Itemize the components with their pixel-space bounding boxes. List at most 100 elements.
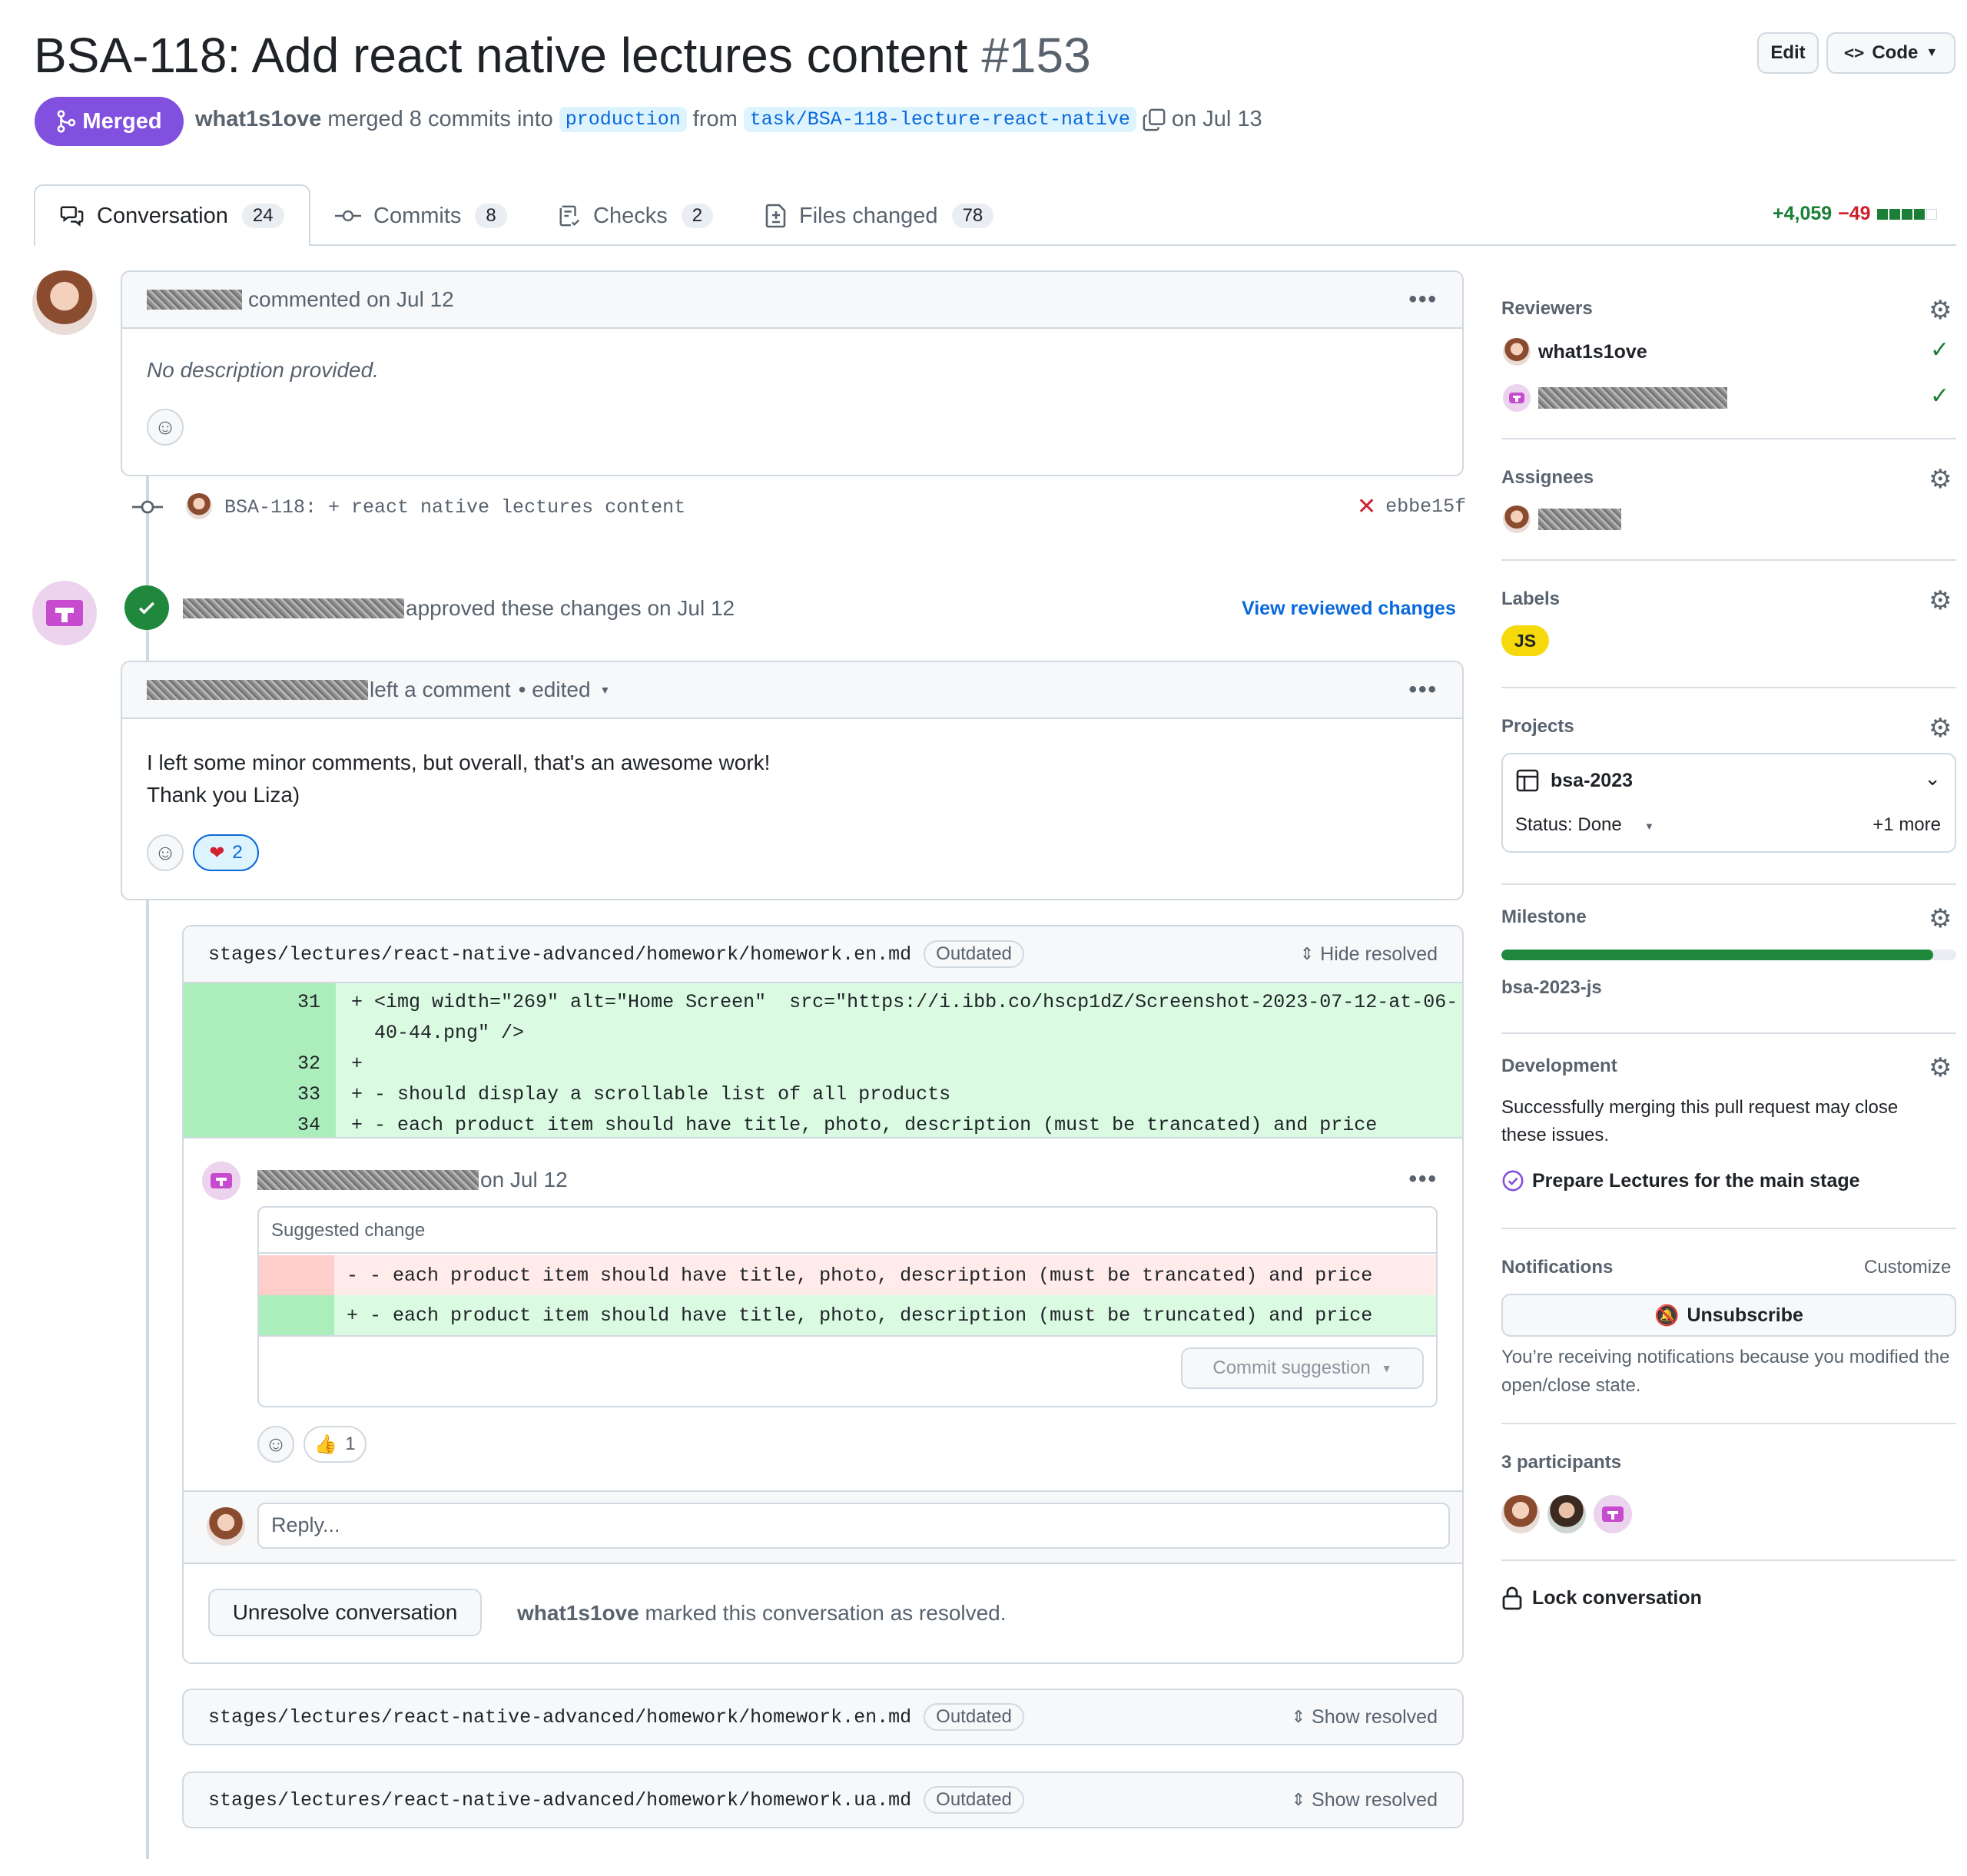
project-card[interactable]: bsa-2023 ⌄ Status: Done ▼ +1 more [1501, 753, 1956, 853]
thread-header: stages/lectures/react-native-advanced/ho… [184, 926, 1462, 983]
tab-conversation[interactable]: Conversation 24 [34, 184, 310, 246]
gear-icon[interactable]: ⚙ [1929, 295, 1952, 326]
lock-icon [1502, 1586, 1522, 1610]
add-reaction-button[interactable]: ☺ [257, 1426, 294, 1463]
table-icon [1516, 769, 1539, 792]
merged-text: merged 8 commits into [327, 107, 553, 131]
thread-comment-meta: on Jul 12 [257, 1168, 568, 1192]
merge-summary: what1s1ove merged 8 commits into product… [195, 107, 1262, 132]
thumbs-up-reaction[interactable]: 👍 1 [304, 1426, 367, 1463]
labels-heading[interactable]: Labels [1501, 588, 1560, 610]
copy-icon[interactable] [1143, 108, 1166, 131]
unsubscribe-label: Unsubscribe [1687, 1304, 1803, 1326]
comment-body: I left some minor comments, but overall,… [147, 747, 770, 811]
comment-line: Thank you Liza) [147, 783, 300, 807]
milestone-name[interactable]: bsa-2023-js [1501, 977, 1602, 999]
avatar[interactable] [202, 1162, 240, 1200]
avatar[interactable] [1501, 1495, 1540, 1533]
assignees-heading[interactable]: Assignees [1501, 467, 1594, 489]
tab-files-changed-label: Files changed [799, 203, 938, 228]
check-icon: ✓ [1930, 337, 1950, 363]
tab-checks[interactable]: Checks 2 [558, 187, 714, 244]
reply-input[interactable]: Reply... [257, 1503, 1450, 1549]
commit-icon [132, 500, 163, 514]
caret-down-icon[interactable]: ▼ [600, 684, 611, 696]
gear-icon[interactable]: ⚙ [1929, 585, 1952, 616]
hide-resolved-toggle[interactable]: ⇕ Hide resolved [1300, 943, 1438, 966]
caret-down-icon[interactable]: ▼ [1644, 820, 1654, 832]
linked-issue[interactable]: Prepare Lectures for the main stage [1501, 1169, 1860, 1192]
heart-icon: ❤ [209, 842, 225, 863]
commit-message[interactable]: BSA-118: + react native lectures content [224, 496, 685, 519]
avatar[interactable] [1547, 1495, 1586, 1533]
add-reaction-button[interactable]: ☺ [147, 409, 184, 446]
review-thread[interactable]: stages/lectures/react-native-advanced/ho… [182, 1772, 1464, 1828]
milestone-progress [1501, 950, 1956, 960]
development-heading[interactable]: Development [1501, 1056, 1617, 1077]
commit-suggestion-button[interactable]: Commit suggestion ▼ [1181, 1347, 1424, 1389]
project-more[interactable]: +1 more [1872, 814, 1941, 836]
code-button[interactable]: <> Code ▼ [1826, 32, 1955, 74]
gear-icon[interactable]: ⚙ [1929, 464, 1952, 495]
review-thread[interactable]: stages/lectures/react-native-advanced/ho… [182, 1689, 1464, 1745]
redacted-username [1538, 509, 1621, 530]
suggested-change-label: Suggested change [259, 1208, 1436, 1254]
projects-heading[interactable]: Projects [1501, 716, 1574, 737]
kebab-menu-icon[interactable]: ••• [1408, 677, 1438, 703]
merger-name[interactable]: what1s1ove [195, 107, 321, 132]
file-diff-icon [765, 204, 786, 228]
show-resolved-toggle[interactable]: ⇕ Show resolved [1292, 1706, 1438, 1729]
heart-count: 2 [232, 842, 243, 863]
notifications-heading: Notifications [1501, 1257, 1614, 1278]
smiley-icon: ☺ [154, 415, 177, 439]
add-reaction-button[interactable]: ☺ [147, 834, 184, 871]
milestone-heading[interactable]: Milestone [1501, 907, 1587, 928]
edit-button[interactable]: Edit [1757, 32, 1819, 74]
code-button-label: Code [1872, 42, 1919, 63]
avatar[interactable] [186, 493, 212, 519]
chevron-down-icon[interactable]: ⌄ [1924, 767, 1941, 791]
view-reviewed-changes-link[interactable]: View reviewed changes [1242, 598, 1456, 620]
gear-icon[interactable]: ⚙ [1929, 1052, 1952, 1083]
tab-files-changed[interactable]: Files changed 78 [765, 187, 994, 244]
kebab-menu-icon[interactable]: ••• [1408, 287, 1438, 313]
file-path[interactable]: stages/lectures/react-native-advanced/ho… [208, 1706, 911, 1729]
lock-conversation-link[interactable]: Lock conversation [1501, 1586, 1702, 1610]
unsubscribe-button[interactable]: 🔕 Unsubscribe [1501, 1294, 1956, 1337]
milestone-progress-fill [1501, 950, 1934, 960]
file-path[interactable]: stages/lectures/react-native-advanced/ho… [208, 943, 911, 966]
unresolve-conversation-button[interactable]: Unresolve conversation [208, 1589, 482, 1636]
lock-conversation-label: Lock conversation [1532, 1586, 1702, 1609]
x-icon[interactable]: ✕ [1357, 493, 1376, 520]
edited-dropdown[interactable]: • edited [519, 678, 591, 702]
thumbs-count: 1 [345, 1434, 356, 1454]
avatar[interactable] [1594, 1495, 1632, 1533]
redacted-username [257, 1170, 479, 1190]
avatar[interactable] [32, 270, 97, 335]
resolved-by[interactable]: what1s1ove [517, 1601, 639, 1625]
reviewer-name[interactable]: what1s1ove [1538, 341, 1647, 363]
gear-icon[interactable]: ⚙ [1929, 903, 1952, 934]
avatar [1503, 338, 1531, 366]
unfold-icon: ⇕ [1291, 1707, 1306, 1726]
project-status[interactable]: Status: Done [1515, 814, 1622, 836]
heart-reaction[interactable]: ❤ 2 [193, 834, 259, 871]
commit-sha[interactable]: ebbe15f [1385, 496, 1466, 518]
reviewers-heading[interactable]: Reviewers [1501, 298, 1593, 320]
hide-resolved-label: Hide resolved [1320, 943, 1438, 965]
customize-link[interactable]: Customize [1864, 1257, 1951, 1278]
show-resolved-toggle[interactable]: ⇕ Show resolved [1292, 1789, 1438, 1811]
kebab-menu-icon[interactable]: ••• [1408, 1166, 1438, 1192]
label-js[interactable]: JS [1501, 625, 1549, 656]
divider [1501, 1559, 1956, 1561]
thumbs-up-icon: 👍 [314, 1434, 338, 1455]
redacted-username [1538, 387, 1727, 409]
tab-commits[interactable]: Commits 8 [335, 187, 507, 244]
file-path[interactable]: stages/lectures/react-native-advanced/ho… [208, 1789, 911, 1811]
gear-icon[interactable]: ⚙ [1929, 713, 1952, 744]
project-name[interactable]: bsa-2023 [1551, 770, 1633, 792]
head-branch[interactable]: task/BSA-118-lecture-react-native [743, 107, 1136, 132]
base-branch[interactable]: production [559, 107, 687, 132]
comment-discussion-icon [60, 206, 84, 227]
avatar[interactable] [32, 581, 97, 645]
